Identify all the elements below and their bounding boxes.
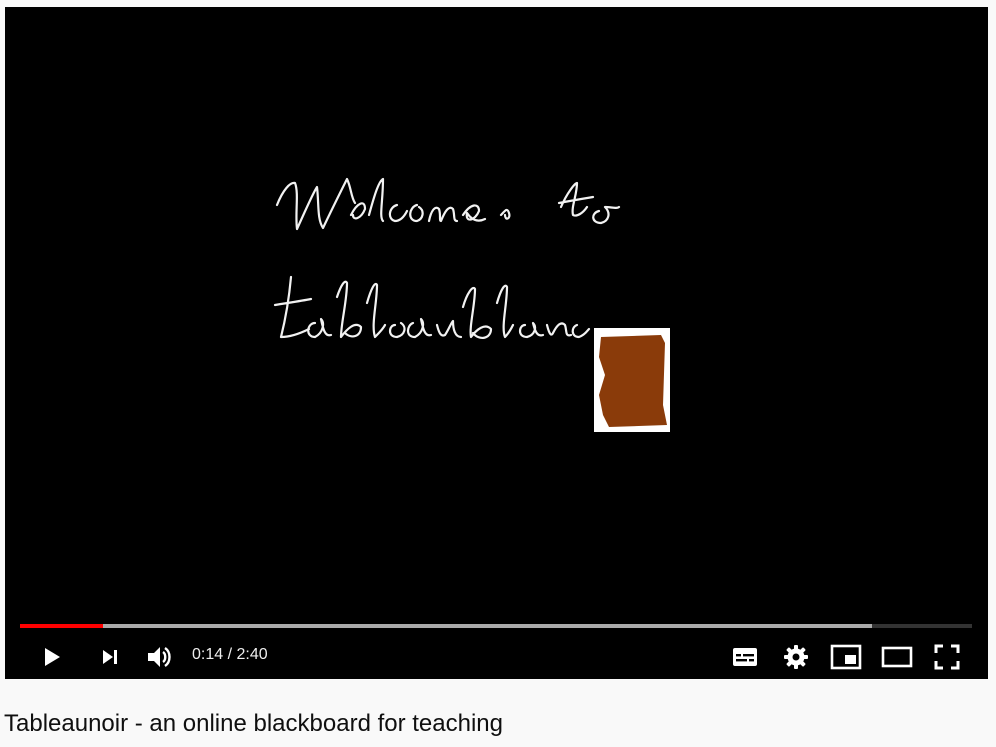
fullscreen-button[interactable] [931, 641, 963, 673]
time-display: 0:14 / 2:40 [192, 645, 268, 665]
fullscreen-icon [934, 644, 960, 670]
subtitles-button[interactable] [729, 641, 761, 673]
time-duration: 2:40 [236, 646, 268, 663]
handwriting-tableau-blanc [273, 275, 591, 339]
player-controls: 0:14 / 2:40 [5, 633, 988, 679]
miniplayer-button[interactable] [830, 641, 862, 673]
video-title: Tableaunoir - an online blackboard for t… [4, 710, 503, 737]
eraser-icon [594, 328, 670, 432]
theater-mode-button[interactable] [881, 641, 913, 673]
theater-mode-icon [881, 646, 913, 668]
video-frame[interactable] [5, 7, 988, 619]
progress-bar[interactable] [20, 624, 972, 628]
next-button[interactable] [94, 641, 126, 673]
next-icon [103, 650, 117, 664]
settings-button[interactable] [780, 641, 812, 673]
settings-icon [784, 645, 808, 669]
volume-button[interactable] [143, 641, 175, 673]
volume-icon [148, 647, 171, 667]
played-bar [20, 624, 104, 628]
play-button[interactable] [35, 641, 67, 673]
buffered-bar [20, 624, 873, 628]
time-current: 0:14 [192, 646, 224, 663]
handwriting-welcome-to [275, 177, 621, 231]
play-icon [45, 648, 60, 666]
miniplayer-icon [830, 644, 862, 670]
video-player[interactable]: 0:14 / 2:40 [5, 7, 988, 679]
time-separator: / [227, 646, 233, 663]
subtitles-icon [733, 648, 757, 666]
